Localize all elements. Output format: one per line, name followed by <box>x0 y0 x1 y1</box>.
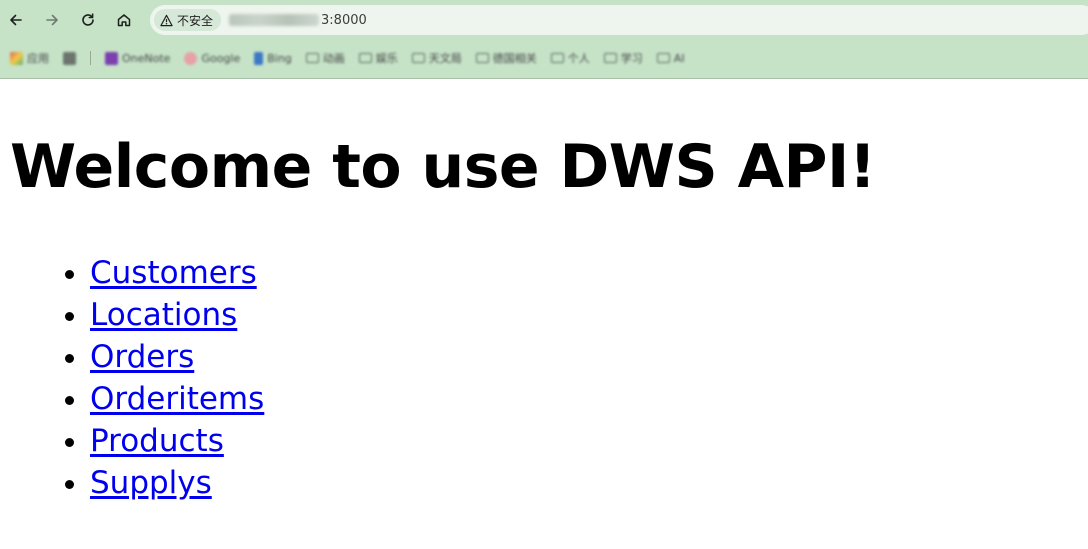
security-indicator[interactable]: 不安全 <box>154 9 222 31</box>
url-port: 3:8000 <box>321 12 367 28</box>
home-icon <box>117 14 131 27</box>
folder-icon <box>603 53 617 63</box>
home-button[interactable] <box>112 8 136 32</box>
bookmark-apps[interactable]: 应用 <box>10 50 49 66</box>
reload-button[interactable] <box>76 8 100 32</box>
bookmark-folder-personal[interactable]: 个人 <box>550 50 590 66</box>
link-orders[interactable]: Orders <box>90 339 194 375</box>
folder-icon <box>550 53 564 63</box>
url-text: 3:8000 <box>229 13 367 28</box>
arrow-right-icon <box>46 14 58 26</box>
bookmark-folder-astronomy[interactable]: 天文局 <box>411 50 462 66</box>
list-item: Orderitems <box>90 378 264 420</box>
browser-chrome: 不安全 3:8000 应用 OneNote Google Bing 动画 娱乐 … <box>0 0 1088 79</box>
list-item: Locations <box>90 294 264 336</box>
bookmark-folder-anime[interactable]: 动画 <box>305 50 345 66</box>
google-icon <box>184 51 198 65</box>
warning-icon <box>160 14 173 26</box>
link-supplys[interactable]: Supplys <box>90 465 212 501</box>
security-label: 不安全 <box>177 13 214 28</box>
bookmarks-bar: 应用 OneNote Google Bing 动画 娱乐 天文局 德国相关 个人… <box>0 44 1088 72</box>
url-redacted <box>229 14 320 26</box>
api-link-list: Customers Locations Orders Orderitems Pr… <box>50 252 264 504</box>
bookmark-google[interactable]: Google <box>184 51 240 65</box>
list-item: Orders <box>90 336 264 378</box>
bing-icon <box>254 51 264 65</box>
address-bar[interactable]: 不安全 3:8000 <box>150 5 1088 35</box>
link-orderitems[interactable]: Orderitems <box>90 381 264 417</box>
bookmark-grid[interactable] <box>63 51 76 65</box>
folder-icon <box>475 53 489 63</box>
browser-toolbar: 不安全 3:8000 <box>0 0 1088 40</box>
bookmark-folder-entertainment[interactable]: 娱乐 <box>358 50 398 66</box>
link-products[interactable]: Products <box>90 423 224 459</box>
onenote-icon <box>105 51 118 65</box>
folder-icon <box>305 53 319 63</box>
bookmark-folder-germany[interactable]: 德国相关 <box>475 50 537 66</box>
folder-icon <box>656 53 670 63</box>
forward-button[interactable] <box>40 8 64 32</box>
list-item: Customers <box>90 252 264 294</box>
bookmark-bing[interactable]: Bing <box>254 51 292 65</box>
bookmark-onenote[interactable]: OneNote <box>105 51 170 65</box>
list-item: Products <box>90 420 264 462</box>
apps-icon <box>10 51 23 65</box>
link-customers[interactable]: Customers <box>90 255 257 291</box>
folder-icon <box>358 53 372 63</box>
grid-icon <box>63 51 76 65</box>
bookmark-folder-ai[interactable]: AI <box>656 52 685 65</box>
bookmark-separator <box>90 51 91 65</box>
chrome-divider <box>0 78 1088 79</box>
link-locations[interactable]: Locations <box>90 297 237 333</box>
folder-icon <box>411 53 425 63</box>
list-item: Supplys <box>90 462 264 504</box>
reload-icon <box>82 13 94 26</box>
back-button[interactable] <box>4 8 28 32</box>
page-title: Welcome to use DWS API! <box>10 132 876 202</box>
arrow-left-icon <box>10 14 22 26</box>
bookmark-folder-study[interactable]: 学习 <box>603 50 643 66</box>
